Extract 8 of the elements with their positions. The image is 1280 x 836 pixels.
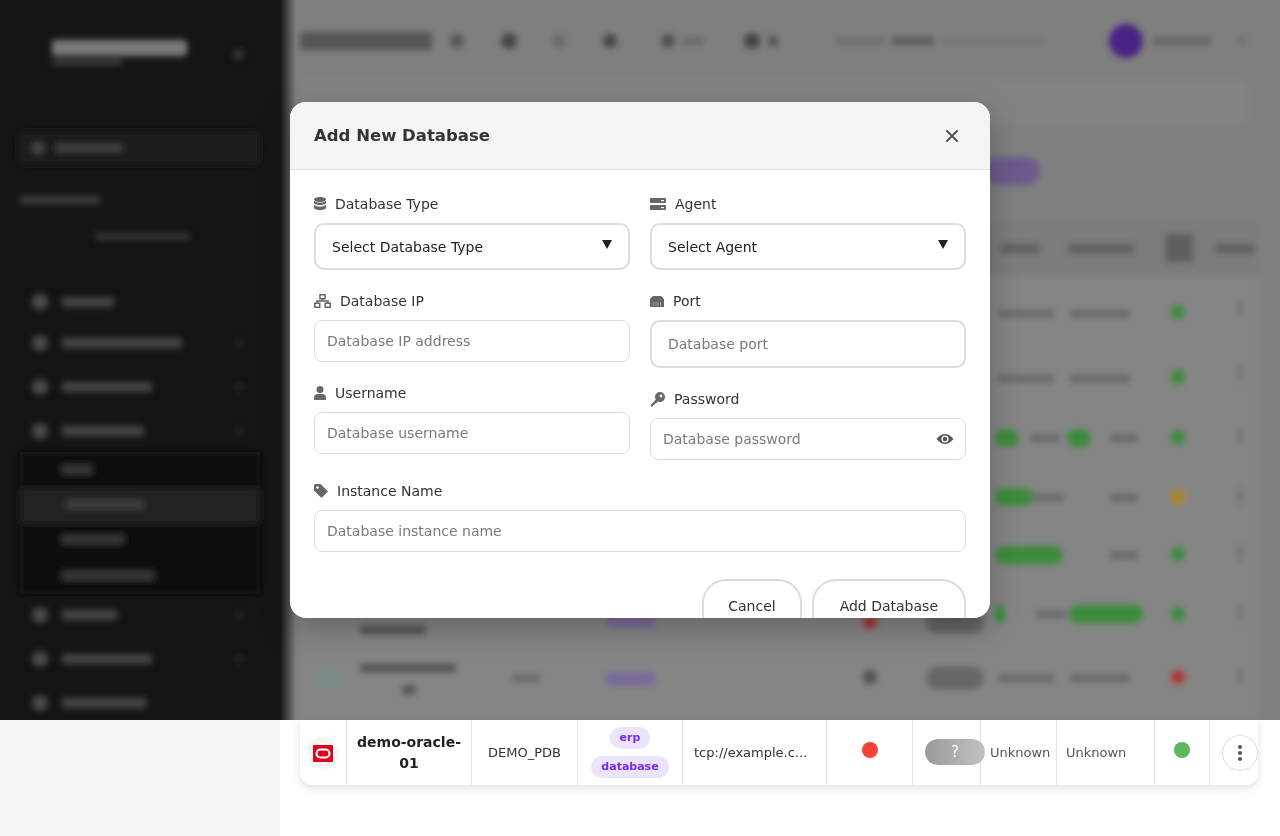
tag: database <box>591 756 669 778</box>
table-cell: DEMO_PDB <box>488 745 561 760</box>
table-cell: Unknown <box>1066 745 1127 760</box>
database-name: demo-oracle-01 <box>356 732 462 773</box>
tag: erp <box>609 727 651 749</box>
table-cell: Unknown <box>990 745 1051 760</box>
table-cell: tcp://example.c... <box>694 745 808 760</box>
status-pill: ? <box>925 738 985 765</box>
